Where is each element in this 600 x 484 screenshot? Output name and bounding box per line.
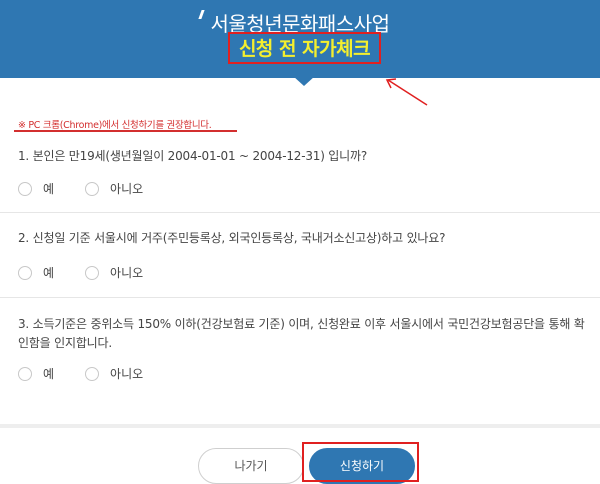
question-1: 1. 본인은 만19세(생년월일이 2004-01-01 ~ 2004-12-3… [18, 149, 367, 163]
question-3-option-yes[interactable]: 예 [18, 365, 54, 382]
question-1-options: 예 아니오 [18, 180, 143, 197]
radio-icon[interactable] [85, 181, 100, 196]
question-2-options: 예 아니오 [18, 264, 143, 281]
question-1-option-no[interactable]: 아니오 [85, 180, 143, 197]
subtitle-highlight-box [228, 32, 381, 64]
footer-divider [0, 424, 600, 428]
option-label: 예 [43, 367, 55, 381]
option-label: 예 [43, 266, 55, 280]
option-label: 아니오 [110, 367, 144, 381]
browser-notice: ※ PC 크롬(Chrome)에서 신청하기를 권장합니다. [18, 120, 212, 131]
question-2-option-no[interactable]: 아니오 [85, 264, 143, 281]
question-3-option-no[interactable]: 아니오 [85, 365, 143, 382]
radio-icon[interactable] [85, 366, 100, 381]
radio-icon[interactable] [18, 366, 32, 381]
header-pointer [293, 76, 315, 86]
header-banner: 서울청년문화패스사업 신청 전 자가체크 [0, 0, 600, 78]
question-2-option-yes[interactable]: 예 [18, 264, 54, 281]
radio-icon[interactable] [85, 265, 100, 280]
question-2: 2. 신청일 기준 서울시에 거주(주민등록상, 외국인등록상, 국내거소신고상… [18, 231, 446, 245]
annotation-arrow-icon [385, 78, 428, 106]
radio-icon[interactable] [18, 265, 32, 280]
option-label: 아니오 [110, 266, 144, 280]
divider [0, 297, 600, 298]
option-label: 예 [43, 182, 55, 196]
exit-button[interactable]: 나가기 [198, 448, 304, 484]
notice-underline [14, 130, 237, 132]
question-3: 3. 소득기준은 중위소득 150% 이하(건강보험료 기준) 이며, 신청완료… [18, 317, 585, 350]
question-1-option-yes[interactable]: 예 [18, 180, 54, 197]
apply-highlight-box [302, 442, 419, 482]
divider [0, 212, 600, 213]
radio-icon[interactable] [18, 181, 32, 196]
option-label: 아니오 [110, 182, 144, 196]
question-3-options: 예 아니오 [18, 365, 143, 382]
